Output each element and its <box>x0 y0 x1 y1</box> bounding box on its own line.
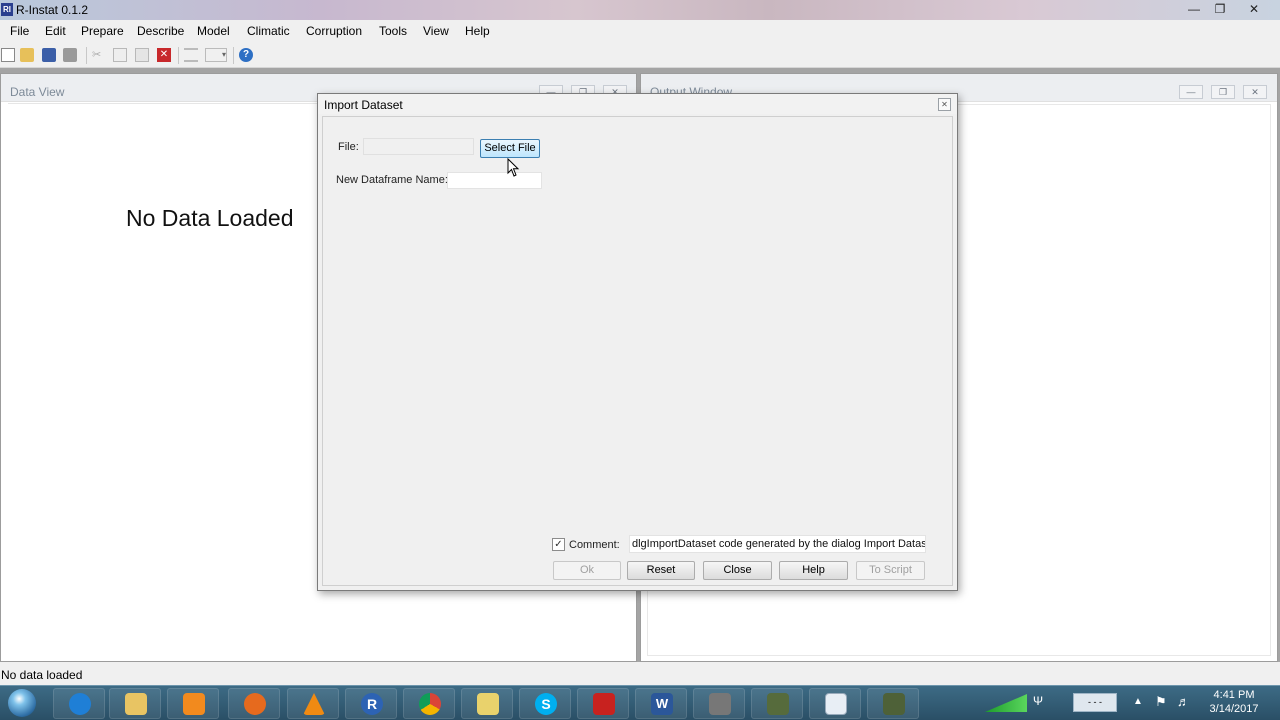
dialog-title-bar: Import Dataset ✕ <box>318 94 957 114</box>
internet-explorer-icon <box>69 693 91 715</box>
dialog-body: File: Select File New Dataframe Name: ✓ … <box>322 116 953 586</box>
layout-dropdown-icon[interactable]: ▾ <box>205 48 227 62</box>
menu-view[interactable]: View <box>423 24 449 38</box>
new-file-icon[interactable] <box>1 48 15 62</box>
menu-file[interactable]: File <box>10 24 29 38</box>
network-signal-icon[interactable] <box>985 694 1027 712</box>
media-player-icon <box>183 693 205 715</box>
help-button[interactable]: Help <box>779 561 848 580</box>
menu-model[interactable]: Model <box>197 24 230 38</box>
mouse-cursor-icon <box>507 158 520 177</box>
open-folder-icon[interactable] <box>20 48 34 62</box>
dataframe-name-label: New Dataframe Name: <box>336 174 448 186</box>
show-hidden-icons-icon[interactable]: ▲ <box>1133 696 1143 707</box>
save-icon[interactable] <box>42 48 56 62</box>
start-button[interactable] <box>3 687 41 718</box>
select-file-button[interactable]: Select File <box>480 139 540 158</box>
taskbar-r[interactable]: R <box>345 688 397 719</box>
help-icon[interactable]: ? <box>239 48 253 62</box>
to-script-button[interactable]: To Script <box>856 561 925 580</box>
taskbar-vlc[interactable] <box>287 688 339 719</box>
taskbar-internet-explorer[interactable] <box>53 688 105 719</box>
acrobat-icon <box>593 693 615 715</box>
menu-help[interactable]: Help <box>465 24 490 38</box>
windows-start-icon <box>8 689 36 717</box>
taskbar: R S W Ψ - - - ▲ ⚑ ♬ <box>0 685 1280 720</box>
word-icon: W <box>651 693 673 715</box>
notepad-icon <box>825 693 847 715</box>
tray-time: 4:41 PM <box>1213 689 1255 701</box>
status-text: No data loaded <box>1 668 83 682</box>
paste-icon[interactable] <box>135 48 149 62</box>
language-bar-icon[interactable]: - - - <box>1073 693 1117 712</box>
vlc-icon <box>303 693 325 715</box>
delete-icon[interactable]: ✕ <box>157 48 171 62</box>
window-title: R-Instat 0.1.2 <box>16 3 89 17</box>
app-icon: RI <box>1 3 13 16</box>
skype-icon: S <box>535 693 557 715</box>
maximize-button[interactable]: ❐ <box>1206 0 1234 18</box>
menu-climatic[interactable]: Climatic <box>247 24 290 38</box>
taskbar-skype[interactable]: S <box>519 688 571 719</box>
file-label: File: <box>338 141 359 153</box>
menu-tools[interactable]: Tools <box>379 24 407 38</box>
folder-alt-icon <box>477 693 499 715</box>
taskbar-folder[interactable] <box>461 688 513 719</box>
folder-icon <box>125 693 147 715</box>
comment-label: Comment: <box>569 539 620 551</box>
menu-bar: File Edit Prepare Describe Model Climati… <box>0 20 1280 42</box>
menu-describe[interactable]: Describe <box>137 24 184 38</box>
output-minimize-button[interactable]: — <box>1179 85 1203 99</box>
dataframe-name-input[interactable] <box>447 172 542 189</box>
dialog-title: Import Dataset <box>324 98 403 112</box>
taskbar-firefox[interactable] <box>228 688 280 719</box>
output-maximize-button[interactable]: ❐ <box>1211 85 1235 99</box>
view-icon[interactable] <box>184 48 198 62</box>
status-bar: No data loaded <box>0 662 1280 685</box>
output-close-button[interactable]: ✕ <box>1243 85 1267 99</box>
tray-clock[interactable]: 4:41 PM 3/14/2017 <box>1194 688 1274 716</box>
firefox-icon <box>244 693 266 715</box>
taskbar-word[interactable]: W <box>635 688 687 719</box>
volume-icon[interactable]: ♬ <box>1177 694 1190 709</box>
microphone-icon <box>709 693 731 715</box>
wifi-icon[interactable]: Ψ <box>1033 694 1047 712</box>
file-path-field[interactable] <box>363 138 474 155</box>
dialog-close-icon[interactable]: ✕ <box>938 98 951 111</box>
comment-checkbox[interactable]: ✓ <box>552 538 565 551</box>
taskbar-r-instat-alt[interactable] <box>867 688 919 719</box>
close-dialog-button[interactable]: Close <box>703 561 772 580</box>
tray-date: 3/14/2017 <box>1209 703 1259 715</box>
comment-input[interactable]: dlgImportDataset code generated by the d… <box>629 535 926 553</box>
taskbar-file-explorer[interactable] <box>109 688 161 719</box>
taskbar-r-instat[interactable] <box>751 688 803 719</box>
no-data-message: No Data Loaded <box>126 205 294 231</box>
menu-corruption[interactable]: Corruption <box>306 24 362 38</box>
import-dataset-dialog: Import Dataset ✕ File: Select File New D… <box>317 93 958 591</box>
menu-edit[interactable]: Edit <box>45 24 66 38</box>
r-icon: R <box>361 693 383 715</box>
copy-icon[interactable] <box>113 48 127 62</box>
minimize-button[interactable]: — <box>1180 0 1208 18</box>
taskbar-acrobat[interactable] <box>577 688 629 719</box>
taskbar-chrome[interactable] <box>403 688 455 719</box>
cut-icon[interactable]: ✂ <box>92 48 106 62</box>
data-view-title: Data View <box>10 85 65 99</box>
close-button[interactable]: ✕ <box>1240 0 1268 18</box>
ok-button[interactable]: Ok <box>553 561 621 580</box>
reset-button[interactable]: Reset <box>627 561 695 580</box>
taskbar-media-player[interactable] <box>167 688 219 719</box>
menu-prepare[interactable]: Prepare <box>81 24 124 38</box>
taskbar-notepad[interactable] <box>809 688 861 719</box>
r-instat-alt-icon <box>883 693 905 715</box>
print-icon[interactable] <box>63 48 77 62</box>
taskbar-microphone[interactable] <box>693 688 745 719</box>
chrome-icon <box>419 693 441 715</box>
action-center-flag-icon[interactable]: ⚑ <box>1155 694 1167 710</box>
r-instat-icon <box>767 693 789 715</box>
title-bar: RI R-Instat 0.1.2 — ❐ ✕ <box>0 0 1280 20</box>
toolbar: ✂ ✕ ▾ ? <box>0 42 1280 68</box>
